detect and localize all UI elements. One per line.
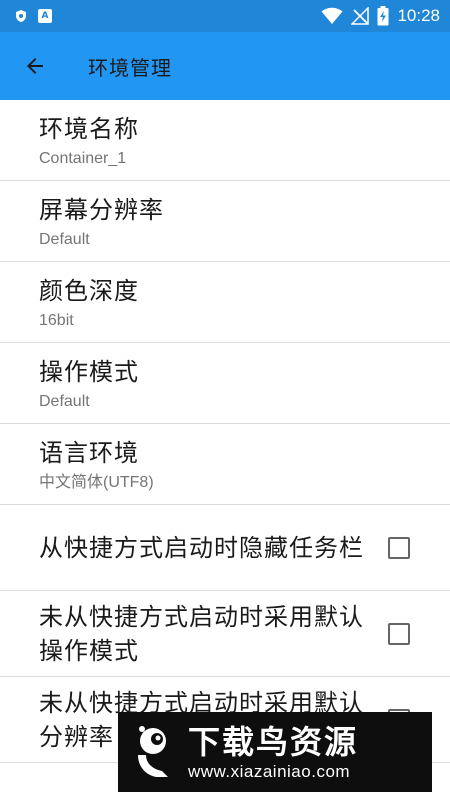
back-button[interactable] (18, 49, 52, 83)
watermark-text: 下载鸟资源 www.xiazainiao.com (188, 722, 358, 782)
setting-locale[interactable]: 语言环境 中文简体(UTF8) (0, 424, 450, 505)
setting-title: 颜色深度 (39, 277, 139, 305)
a-letter-icon: A (38, 9, 52, 23)
checkbox-label: 从快捷方式启动时隐藏任务栏 (39, 533, 364, 562)
signal-off-icon (351, 7, 370, 25)
setting-color-depth[interactable]: 颜色深度 16bit (0, 262, 450, 343)
watermark-banner: 下载鸟资源 www.xiazainiao.com (118, 712, 432, 792)
page-title: 环境管理 (88, 55, 172, 80)
setting-value: Default (39, 231, 90, 248)
wifi-icon (321, 7, 343, 24)
watermark-url: www.xiazainiao.com (188, 762, 351, 781)
status-time: 10:28 (397, 6, 440, 25)
setting-title: 屏幕分辨率 (39, 196, 164, 224)
checkbox-label: 未从快捷方式启动时采用默认操作模式 (39, 602, 364, 665)
setting-title: 操作模式 (39, 358, 139, 386)
setting-title: 环境名称 (39, 115, 139, 143)
setting-screen-resolution[interactable]: 屏幕分辨率 Default (0, 181, 450, 262)
setting-value: Default (39, 393, 90, 410)
shield-icon (16, 10, 26, 22)
setting-title: 语言环境 (39, 439, 139, 467)
app-bar: 环境管理 (0, 32, 450, 100)
arrow-left-icon (27, 58, 43, 74)
hide-taskbar-checkbox[interactable] (388, 536, 410, 559)
setting-operation-mode[interactable]: 操作模式 Default (0, 343, 450, 424)
setting-value: 16bit (39, 312, 74, 329)
status-bar-right: 10:28 (321, 6, 450, 26)
bird-logo-icon (138, 726, 168, 777)
checkbox-row-default-mode[interactable]: 未从快捷方式启动时采用默认操作模式 (0, 591, 450, 677)
default-mode-checkbox[interactable] (388, 622, 410, 645)
setting-value: 中文简体(UTF8) (39, 474, 154, 491)
settings-list: 环境名称 Container_1 屏幕分辨率 Default 颜色深度 16bi… (0, 100, 450, 763)
status-bar-left: A (0, 9, 52, 23)
watermark-title: 下载鸟资源 (188, 723, 359, 761)
setting-environment-name[interactable]: 环境名称 Container_1 (0, 100, 450, 181)
checkbox-row-hide-taskbar[interactable]: 从快捷方式启动时隐藏任务栏 (0, 505, 450, 591)
status-bar: A 10:28 (0, 0, 450, 32)
battery-charging-icon (377, 6, 389, 26)
setting-value: Container_1 (39, 150, 127, 167)
